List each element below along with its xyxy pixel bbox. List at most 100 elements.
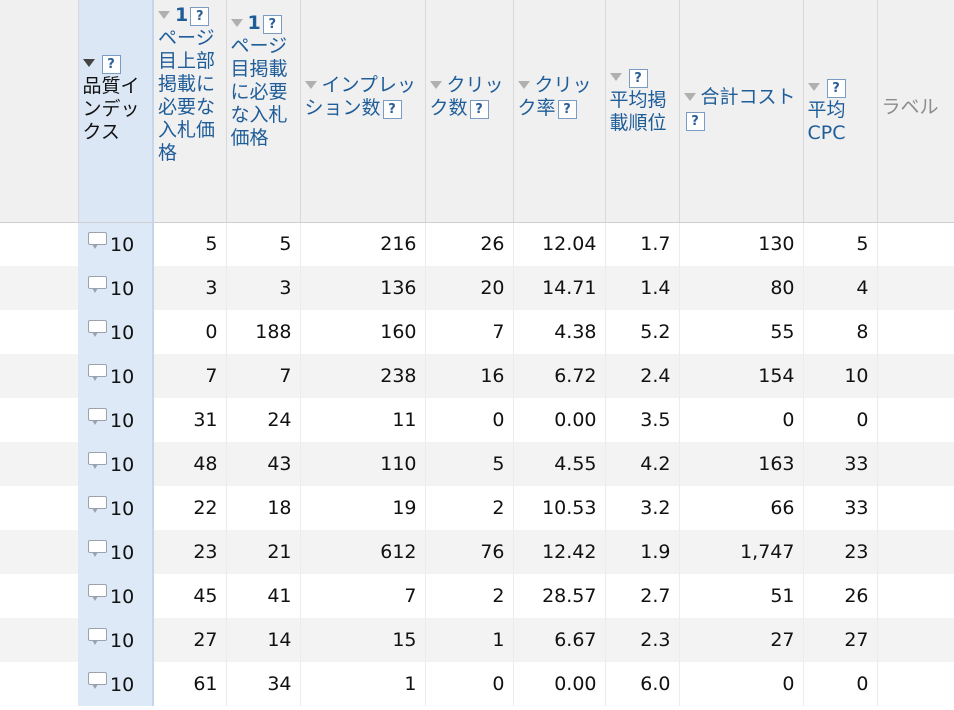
speech-bubble-icon[interactable] [88,496,107,513]
cell-avg-cpc: 8 [803,310,878,354]
cell-clicks: 26 [425,222,514,266]
cell-select [0,530,78,574]
cell-label [877,310,954,354]
table-row: 10 48 43 110 5 4.55 4.2 163 33 [0,442,954,486]
cell-avg-cpc: 4 [803,266,878,310]
cell-ctr: 0.00 [513,662,606,706]
speech-bubble-icon[interactable] [88,320,107,337]
cell-avg-position: 2.3 [605,618,680,662]
speech-bubble-icon[interactable] [88,232,107,250]
table-row: 10 22 18 19 2 10.53 3.2 66 33 [0,486,954,530]
cell-quality-index: 10 [78,662,154,706]
speech-bubble-icon[interactable] [88,452,107,469]
help-icon[interactable]: ? [685,112,705,131]
cell-avg-cpc: 5 [803,222,878,266]
header-quality-index[interactable]: ? 品質インデックス [78,0,154,223]
help-icon[interactable]: ? [628,69,648,88]
cell-select [0,398,78,442]
cell-label [877,574,954,618]
speech-bubble-icon[interactable] [88,408,107,425]
header-label: ラベル [877,0,954,223]
header-top-page-bid[interactable]: 1? ページ目上部掲載に必要な入札価格 [153,0,227,223]
cell-cost: 1,747 [679,530,804,574]
cell-impressions: 136 [300,266,426,310]
cell-first-bid: 34 [226,662,301,706]
cell-avg-cpc: 10 [803,354,878,398]
table-row: 10 0 188 160 7 4.38 5.2 55 8 [0,310,954,354]
cell-avg-position: 6.0 [605,662,680,706]
cell-avg-cpc: 23 [803,530,878,574]
cell-quality-index: 10 [78,442,154,486]
sort-icon [609,73,622,81]
cell-select [0,442,78,486]
cell-quality-index: 10 [78,618,154,662]
cell-top-bid: 48 [153,442,227,486]
cell-first-bid: 21 [226,530,301,574]
cell-impressions: 15 [300,618,426,662]
cell-ctr: 4.38 [513,310,606,354]
cell-impressions: 7 [300,574,426,618]
cell-label [877,662,954,706]
cell-avg-position: 1.4 [605,266,680,310]
help-icon[interactable]: ? [190,7,210,26]
cell-first-bid: 5 [226,222,301,266]
cell-quality-index: 10 [78,398,154,442]
speech-bubble-icon[interactable] [88,584,107,601]
cell-clicks: 76 [425,530,514,574]
table-row: 10 45 41 7 2 28.57 2.7 51 26 [0,574,954,618]
speech-bubble-icon[interactable] [88,276,107,293]
cell-avg-position: 2.4 [605,354,680,398]
header-row: ? 品質インデックス 1? ページ目上部掲載に必要な入札価格 1? ページ目掲載に… [0,0,954,223]
help-icon[interactable]: ? [826,79,846,98]
sort-icon [230,19,243,27]
cell-first-bid: 24 [226,398,301,442]
help-icon[interactable]: ? [469,100,489,119]
header-clicks[interactable]: クリック数? [425,0,514,223]
help-icon[interactable]: ? [262,15,282,34]
cell-clicks: 20 [425,266,514,310]
header-avg-position[interactable]: ? 平均掲載順位 [605,0,680,223]
cell-top-bid: 23 [153,530,227,574]
header-total-cost[interactable]: 合計コスト? [679,0,804,223]
speech-bubble-icon[interactable] [88,540,107,557]
help-icon[interactable]: ? [557,100,577,119]
header-first-page-bid[interactable]: 1? ページ目掲載に必要な入札価格 [226,0,301,223]
cell-quality-index: 10 [78,530,154,574]
help-icon[interactable]: ? [101,55,121,74]
cell-ctr: 6.72 [513,354,606,398]
cell-avg-position: 3.5 [605,398,680,442]
cell-first-bid: 41 [226,574,301,618]
speech-bubble-icon[interactable] [88,628,107,645]
header-avg-cpc[interactable]: ? 平均 CPC [803,0,878,223]
cell-clicks: 2 [425,486,514,530]
cell-impressions: 612 [300,530,426,574]
cell-quality-index: 10 [78,266,154,310]
cell-impressions: 216 [300,222,426,266]
speech-bubble-icon[interactable] [88,672,107,689]
cell-avg-position: 1.9 [605,530,680,574]
cell-clicks: 2 [425,574,514,618]
help-icon[interactable]: ? [382,100,402,119]
cell-first-bid: 3 [226,266,301,310]
header-impressions[interactable]: インプレッション数? [300,0,426,223]
sort-icon [158,11,170,19]
table-row: 10 23 21 612 76 12.42 1.9 1,747 23 [0,530,954,574]
table-row: 10 61 34 1 0 0.00 6.0 0 0 [0,662,954,706]
cell-quality-index: 10 [78,222,154,266]
cell-quality-index: 10 [78,354,154,398]
cell-quality-index: 10 [78,486,154,530]
sort-icon [517,81,530,89]
header-ctr[interactable]: クリック率? [513,0,606,223]
cell-cost: 154 [679,354,804,398]
cell-first-bid: 18 [226,486,301,530]
cell-avg-cpc: 0 [803,398,878,442]
cell-quality-index: 10 [78,574,154,618]
cell-clicks: 5 [425,442,514,486]
cell-cost: 66 [679,486,804,530]
cell-label [877,222,954,266]
cell-avg-cpc: 26 [803,574,878,618]
cell-cost: 27 [679,618,804,662]
speech-bubble-icon[interactable] [88,364,107,381]
sort-icon [683,93,696,101]
cell-select [0,486,78,530]
